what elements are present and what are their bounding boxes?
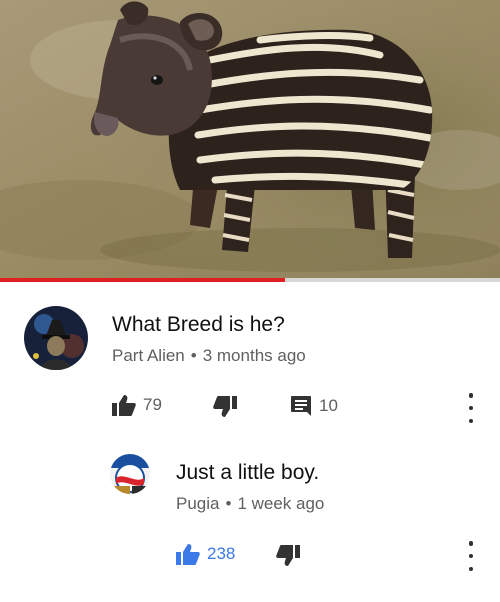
video-progress-fill	[0, 278, 285, 282]
thumbs-down-icon	[276, 545, 300, 567]
comment-text: What Breed is he?	[112, 313, 285, 336]
avatar[interactable]	[24, 306, 88, 370]
comment-author[interactable]: Part Alien	[112, 346, 185, 365]
reply-dislike-button[interactable]	[276, 545, 300, 567]
comment-meta: Part Alien • 3 months ago	[112, 345, 306, 367]
reply-text: Just a little boy.	[176, 461, 320, 484]
more-vert-icon[interactable]	[459, 541, 483, 571]
comment-icon	[290, 395, 312, 417]
reply-like-button[interactable]: 238	[176, 543, 235, 565]
comment-time: 3 months ago	[202, 346, 306, 365]
reply-meta: Pugia • 1 week ago	[176, 493, 324, 515]
dislike-button[interactable]	[213, 396, 237, 418]
reply-like-count: 238	[207, 544, 236, 563]
separator-dot: •	[225, 494, 232, 513]
video-thumbnail[interactable]	[0, 0, 500, 278]
separator-dot: •	[190, 346, 197, 365]
like-button[interactable]: 79	[112, 394, 162, 416]
thumbs-up-icon	[176, 543, 200, 565]
reply-count: 10	[319, 396, 338, 415]
reply-time: 1 week ago	[237, 494, 325, 513]
video-progress-bar[interactable]	[0, 278, 500, 282]
thumbs-down-icon	[213, 396, 237, 418]
reply-button[interactable]: 10	[290, 395, 338, 417]
reply-author[interactable]: Pugia	[176, 494, 219, 513]
thumbs-up-icon	[112, 394, 136, 416]
like-count: 79	[143, 395, 162, 414]
reply-avatar[interactable]	[110, 454, 150, 494]
more-vert-icon[interactable]	[459, 393, 483, 423]
